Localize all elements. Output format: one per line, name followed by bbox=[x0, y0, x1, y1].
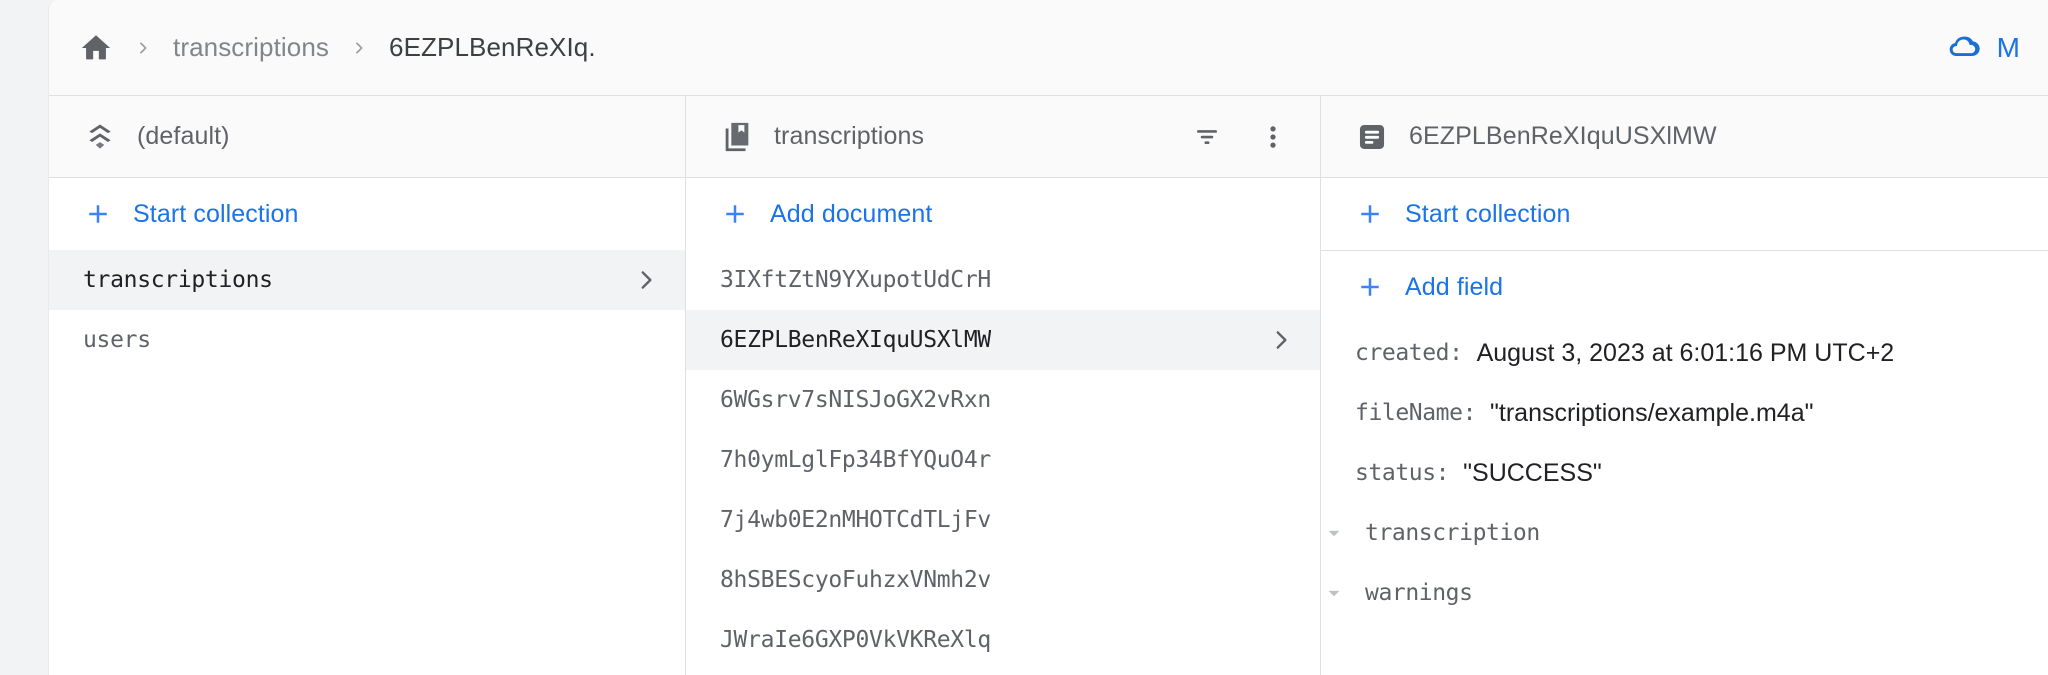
document-detail-panel: 6EZPLBenReXIquUSXlMW Start collection Ad… bbox=[1321, 96, 2048, 675]
field-row-transcription[interactable]: transcription bbox=[1321, 503, 2048, 563]
field-row-filename[interactable]: fileName: "transcriptions/example.m4a" bbox=[1321, 383, 2048, 443]
breadcrumb-separator-icon bbox=[351, 38, 367, 58]
add-document-label: Add document bbox=[770, 199, 933, 228]
plus-icon bbox=[83, 199, 113, 229]
database-name: (default) bbox=[137, 122, 230, 150]
documents-panel-header: transcriptions bbox=[686, 96, 1320, 178]
more-vert-icon[interactable] bbox=[1250, 114, 1296, 160]
add-field-label: Add field bbox=[1405, 272, 1504, 301]
add-field-button[interactable]: Add field bbox=[1321, 251, 2048, 323]
firestore-data-console: transcriptions 6EZPLBenReXIq. M (default… bbox=[48, 0, 2048, 675]
start-collection-button-right[interactable]: Start collection bbox=[1321, 178, 2048, 250]
google-cloud-label: M bbox=[1996, 31, 2020, 63]
field-value: "SUCCESS" bbox=[1463, 458, 1602, 487]
field-row-warnings[interactable]: warnings bbox=[1321, 563, 2048, 623]
caret-down-icon[interactable] bbox=[1321, 580, 1365, 606]
document-row[interactable]: 7j4wb0E2nMHOTCdTLjFv bbox=[686, 490, 1320, 550]
field-key: warnings bbox=[1365, 580, 1473, 606]
document-icon bbox=[1355, 120, 1389, 154]
collection-name: users bbox=[83, 327, 151, 353]
collection-title: transcriptions bbox=[774, 122, 925, 150]
document-id: 7h0ymLglFp34BfYQuO4r bbox=[720, 447, 991, 473]
breadcrumb-item-current[interactable]: 6EZPLBenReXIq. bbox=[389, 32, 596, 63]
filter-icon[interactable] bbox=[1184, 114, 1230, 160]
collection-item-users[interactable]: users bbox=[49, 310, 685, 370]
document-id-title: 6EZPLBenReXIquUSXlMW bbox=[1409, 122, 1717, 150]
database-stack-icon bbox=[83, 120, 117, 154]
chevron-right-icon bbox=[1268, 327, 1294, 353]
document-id: 3IXftZtN9YXupotUdCrH bbox=[720, 267, 991, 293]
home-icon[interactable] bbox=[79, 31, 113, 65]
document-id: 7j4wb0E2nMHOTCdTLjFv bbox=[720, 507, 991, 533]
field-row-status[interactable]: status: "SUCCESS" bbox=[1321, 443, 2048, 503]
document-row[interactable]: 6WGsrv7sNISJoGX2vRxn bbox=[686, 370, 1320, 430]
database-panel: (default) Start collection transcription… bbox=[49, 96, 686, 675]
document-row[interactable]: 8hSBEScyoFuhzxVNmh2v bbox=[686, 550, 1320, 610]
database-panel-header: (default) bbox=[49, 96, 685, 178]
start-collection-label: Start collection bbox=[133, 199, 299, 228]
documents-panel: transcriptions Add document 3IXftZtN9YXu… bbox=[686, 96, 1321, 675]
chevron-right-icon bbox=[633, 267, 659, 293]
document-id: 8hSBEScyoFuhzxVNmh2v bbox=[720, 567, 991, 593]
document-row[interactable]: 6EZPLBenReXIquUSXlMW bbox=[686, 310, 1320, 370]
plus-icon bbox=[720, 199, 750, 229]
caret-down-icon[interactable] bbox=[1321, 520, 1365, 546]
document-row[interactable]: 7h0ymLglFp34BfYQuO4r bbox=[686, 430, 1320, 490]
google-cloud-icon bbox=[1943, 28, 1983, 68]
document-detail-header: 6EZPLBenReXIquUSXlMW bbox=[1321, 96, 2048, 178]
field-value: August 3, 2023 at 6:01:16 PM UTC+2 bbox=[1476, 338, 1895, 367]
plus-icon bbox=[1355, 272, 1385, 302]
document-id: 6EZPLBenReXIquUSXlMW bbox=[720, 327, 991, 353]
document-id: JWraIe6GXP0VkVKReXlq bbox=[720, 627, 991, 653]
field-key: transcription bbox=[1365, 520, 1540, 546]
breadcrumb: transcriptions 6EZPLBenReXIq. M bbox=[49, 0, 2048, 96]
start-collection-label: Start collection bbox=[1405, 199, 1571, 228]
field-row-created[interactable]: created: August 3, 2023 at 6:01:16 PM UT… bbox=[1321, 323, 2048, 383]
field-key: fileName: bbox=[1355, 400, 1477, 426]
breadcrumb-item-transcriptions[interactable]: transcriptions bbox=[173, 32, 329, 63]
collection-item-transcriptions[interactable]: transcriptions bbox=[49, 250, 685, 310]
collection-icon bbox=[720, 120, 754, 154]
field-key: status: bbox=[1355, 460, 1450, 486]
plus-icon bbox=[1355, 199, 1385, 229]
start-collection-button-left[interactable]: Start collection bbox=[49, 178, 685, 250]
collection-name: transcriptions bbox=[83, 267, 273, 293]
panel-container: (default) Start collection transcription… bbox=[49, 96, 2048, 675]
add-document-button[interactable]: Add document bbox=[686, 178, 1320, 250]
document-id: 6WGsrv7sNISJoGX2vRxn bbox=[720, 387, 991, 413]
field-key: created: bbox=[1355, 340, 1463, 366]
document-row[interactable]: 3IXftZtN9YXupotUdCrH bbox=[686, 250, 1320, 310]
field-value: "transcriptions/example.m4a" bbox=[1490, 398, 1814, 427]
breadcrumb-separator-icon bbox=[135, 38, 151, 58]
document-row[interactable]: JWraIe6GXP0VkVKReXlq bbox=[686, 610, 1320, 670]
google-cloud-brand[interactable]: M bbox=[1943, 28, 2020, 68]
